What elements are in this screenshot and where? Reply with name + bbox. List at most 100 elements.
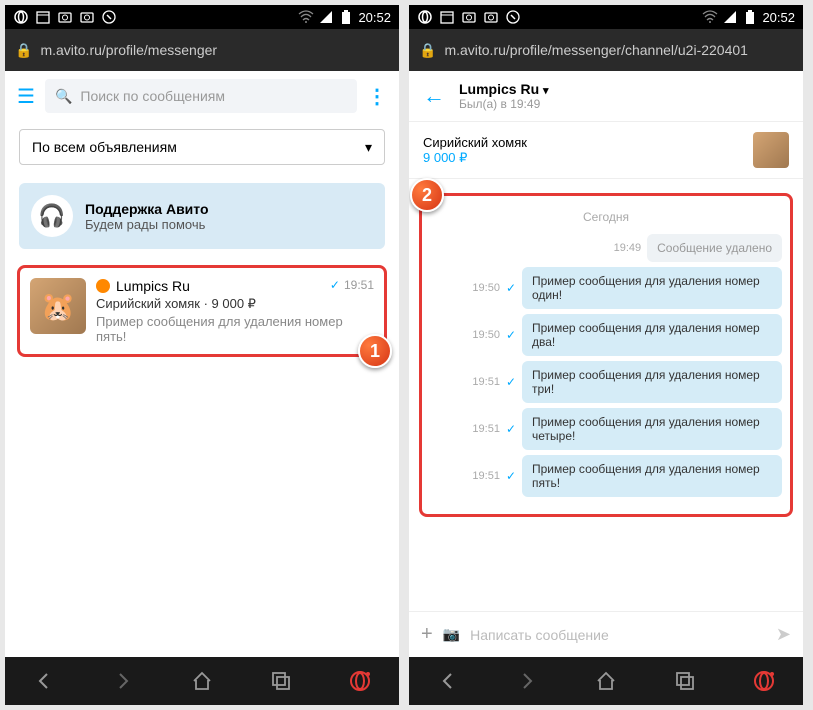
compose-placeholder[interactable]: Написать сообщение bbox=[470, 627, 766, 643]
signal-icon bbox=[318, 9, 334, 25]
shazam-icon bbox=[505, 9, 521, 25]
attach-button[interactable]: + bbox=[421, 623, 433, 646]
chat-preview: Пример сообщения для удаления номер пять… bbox=[96, 314, 374, 344]
messages-area: 2 Сегодня 19:49 Сообщение удалено 19:50 ✓ Пр… bbox=[409, 179, 803, 611]
camera-icon bbox=[461, 9, 477, 25]
message-time: 19:51 bbox=[472, 423, 500, 435]
message-bubble: Пример сообщения для удаления номер пять… bbox=[522, 455, 782, 497]
status-time: 20:52 bbox=[358, 10, 391, 25]
message-time: 19:51 bbox=[472, 470, 500, 482]
signal-icon bbox=[722, 9, 738, 25]
filter-label: По всем объявлениям bbox=[32, 139, 177, 155]
send-button[interactable]: ➤ bbox=[776, 624, 791, 645]
nav-back[interactable] bbox=[28, 665, 60, 697]
chevron-down-icon: ▾ bbox=[543, 85, 549, 97]
browser-nav bbox=[5, 657, 399, 705]
nav-home[interactable] bbox=[590, 665, 622, 697]
check-icon: ✓ bbox=[506, 281, 516, 295]
check-icon: ✓ bbox=[506, 375, 516, 389]
screen-content: ☰ 🔍 Поиск по сообщениям ⋮ По всем объявл… bbox=[5, 71, 399, 657]
calendar-icon bbox=[439, 9, 455, 25]
address-bar[interactable]: 🔒 m.avito.ru/profile/messenger/channel/u… bbox=[409, 29, 803, 71]
annotation-badge-1: 1 bbox=[358, 334, 392, 368]
message-bubble: Пример сообщения для удаления номер три! bbox=[522, 361, 782, 403]
status-time: 20:52 bbox=[762, 10, 795, 25]
message-time: 19:50 bbox=[472, 329, 500, 341]
chat-header: ← Lumpics Ru ▾ Был(а) в 19:49 bbox=[409, 71, 803, 122]
message-bubble: Пример сообщения для удаления номер два! bbox=[522, 314, 782, 356]
menu-icon[interactable]: ☰ bbox=[17, 84, 35, 109]
message-row[interactable]: 19:50✓Пример сообщения для удаления номе… bbox=[430, 314, 782, 356]
chat-subject: Сирийский хомяк · 9 000 ₽ bbox=[96, 296, 374, 312]
nav-home[interactable] bbox=[186, 665, 218, 697]
opera-icon bbox=[417, 9, 433, 25]
top-toolbar: ☰ 🔍 Поиск по сообщениям ⋮ bbox=[5, 71, 399, 121]
opera-icon bbox=[13, 9, 29, 25]
nav-back[interactable] bbox=[432, 665, 464, 697]
camera-icon-2 bbox=[483, 9, 499, 25]
search-icon: 🔍 bbox=[55, 88, 72, 105]
message-bubble: Пример сообщения для удаления номер один… bbox=[522, 267, 782, 309]
message-row[interactable]: 19:49 Сообщение удалено bbox=[430, 234, 782, 262]
message-row[interactable]: 19:51 ✓ Пример сообщения для удаления номе… bbox=[430, 361, 782, 403]
lock-icon: 🔒 bbox=[419, 42, 436, 59]
back-button[interactable]: ← bbox=[423, 83, 445, 109]
message-row[interactable]: 19:50 ✓ Пример сообщения для удаления номе… bbox=[430, 267, 782, 309]
message-bubble: Сообщение удалено bbox=[647, 234, 782, 262]
wifi-icon bbox=[702, 9, 718, 25]
listing-row[interactable]: Сирийский хомяк 9 000 ₽ bbox=[409, 122, 803, 179]
message-bubble: Пример сообщения для удаления номер четы… bbox=[522, 408, 782, 450]
camera-icon-2 bbox=[79, 9, 95, 25]
support-card[interactable]: 🎧 Поддержка Авито Будем рады помочь bbox=[19, 183, 385, 249]
nav-tabs[interactable] bbox=[669, 665, 701, 697]
filter-dropdown[interactable]: По всем объявлениям ▾ bbox=[19, 129, 385, 165]
nav-forward[interactable] bbox=[107, 665, 139, 697]
phone-right: 20:52 🔒 m.avito.ru/profile/messenger/cha… bbox=[409, 5, 803, 705]
day-separator: Сегодня bbox=[430, 210, 782, 224]
url-text: m.avito.ru/profile/messenger bbox=[40, 42, 217, 58]
url-text: m.avito.ru/profile/messenger/channel/u2i… bbox=[444, 42, 748, 58]
phone-left: 20:52 🔒 m.avito.ru/profile/messenger ☰ 🔍… bbox=[5, 5, 399, 705]
nav-opera[interactable] bbox=[344, 665, 376, 697]
message-row[interactable]: 19:51 ✓ Пример сообщения для удаления номе… bbox=[430, 455, 782, 497]
nav-opera[interactable] bbox=[748, 665, 780, 697]
check-icon: ✓ bbox=[330, 278, 340, 292]
address-bar[interactable]: 🔒 m.avito.ru/profile/messenger bbox=[5, 29, 399, 71]
chat-title[interactable]: Lumpics Ru ▾ bbox=[459, 81, 549, 97]
chat-avatar: 🐹 bbox=[30, 278, 86, 334]
search-placeholder: Поиск по сообщениям bbox=[80, 88, 225, 104]
status-bar: 20:52 bbox=[5, 5, 399, 29]
battery-icon bbox=[338, 9, 354, 25]
check-icon: ✓ bbox=[506, 422, 516, 436]
camera-icon bbox=[57, 9, 73, 25]
shazam-icon bbox=[101, 9, 117, 25]
check-icon: ✓ bbox=[506, 469, 516, 483]
battery-icon bbox=[742, 9, 758, 25]
message-time: 19:49 bbox=[614, 242, 642, 254]
messages-highlight: 2 Сегодня 19:49Сообщение удалено19:50✓Пр… bbox=[419, 193, 793, 517]
more-icon[interactable]: ⋮ bbox=[367, 84, 387, 109]
nav-forward[interactable] bbox=[511, 665, 543, 697]
support-sub: Будем рады помочь bbox=[85, 217, 209, 232]
wifi-icon bbox=[298, 9, 314, 25]
lock-icon: 🔒 bbox=[15, 42, 32, 59]
camera-button[interactable]: 📷 bbox=[443, 626, 460, 643]
user-badge-icon bbox=[96, 279, 110, 293]
support-avatar: 🎧 bbox=[31, 195, 73, 237]
chat-list-item[interactable]: 🐹 Lumpics Ru Сирийский хомяк · 9 000 ₽ П… bbox=[17, 265, 387, 357]
calendar-icon bbox=[35, 9, 51, 25]
annotation-badge-2: 2 bbox=[410, 178, 444, 212]
compose-bar: + 📷 Написать сообщение ➤ bbox=[409, 611, 803, 657]
listing-price: 9 000 ₽ bbox=[423, 150, 527, 166]
chevron-down-icon: ▾ bbox=[365, 139, 372, 156]
search-input[interactable]: 🔍 Поиск по сообщениям bbox=[45, 79, 357, 113]
filter-row: По всем объявлениям ▾ bbox=[5, 121, 399, 173]
support-title: Поддержка Авито bbox=[85, 201, 209, 217]
chat-screen: ← Lumpics Ru ▾ Был(а) в 19:49 Сирийский … bbox=[409, 71, 803, 657]
chat-time: ✓ 19:51 bbox=[330, 278, 374, 292]
nav-tabs[interactable] bbox=[265, 665, 297, 697]
message-time: 19:51 bbox=[472, 376, 500, 388]
status-bar: 20:52 bbox=[409, 5, 803, 29]
message-row[interactable]: 19:51 ✓ Пример сообщения для удаления номе… bbox=[430, 408, 782, 450]
message-time: 19:50 bbox=[472, 282, 500, 294]
